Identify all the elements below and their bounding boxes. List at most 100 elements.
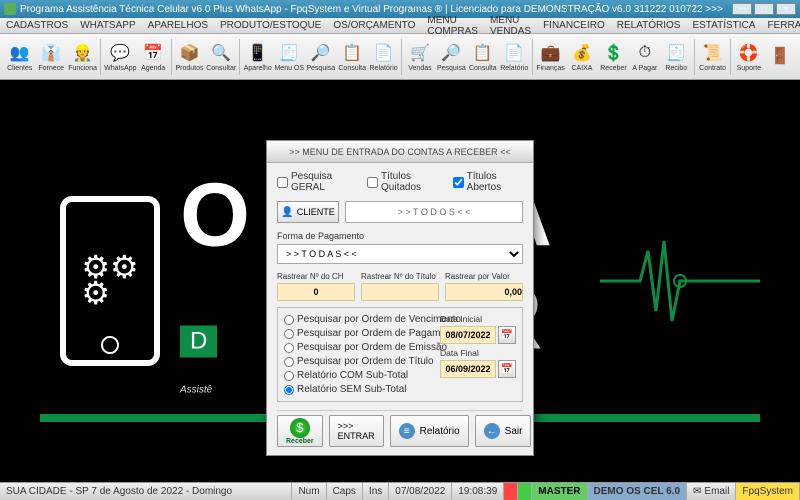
toolbar-separator <box>694 39 695 75</box>
toolbar-clientes[interactable]: 👥Clientes <box>4 36 35 78</box>
toolbar-menu os[interactable]: 🧾Menu OS <box>273 36 305 78</box>
consulta-icon: 📋 <box>472 42 494 64</box>
toolbar-exit[interactable]: 🚪 <box>765 36 796 78</box>
trace-titulo-input[interactable] <box>361 283 439 301</box>
exit-icon: 🚪 <box>769 45 791 67</box>
window-title: Programa Assistência Técnica Celular v6.… <box>20 4 723 15</box>
status-city: SUA CIDADE - SP 7 de Agosto de 2022 - Do… <box>0 483 292 500</box>
a pagar-icon: ⏱ <box>634 42 656 64</box>
status-bar: SUA CIDADE - SP 7 de Agosto de 2022 - Do… <box>0 482 800 500</box>
status-email[interactable]: ✉Email <box>687 483 736 500</box>
data-inicial-input[interactable] <box>440 326 496 344</box>
receber-icon: 💲 <box>602 42 624 64</box>
trace-titulo-label: Rastrear Nº do Título <box>361 272 439 281</box>
toolbar-label: Pesquisa <box>437 65 466 72</box>
chk-pesquisa-geral[interactable]: Pesquisa GERAL <box>277 171 357 193</box>
menu-vendas[interactable]: MENU VENDAS <box>490 15 531 37</box>
toolbar-label: Menu OS <box>274 65 304 72</box>
toolbar-funciona[interactable]: 👷Funciona <box>67 36 98 78</box>
menu-relatorios[interactable]: RELATÓRIOS <box>617 20 681 31</box>
toolbar-pesquisa[interactable]: 🔎Pesquisa <box>436 36 467 78</box>
menu-ferramentas[interactable]: FERRAMENTAS <box>767 20 800 31</box>
toolbar-receber[interactable]: 💲Receber <box>598 36 629 78</box>
toolbar-produtos[interactable]: 📦Produtos <box>174 36 205 78</box>
close-button[interactable]: × <box>776 3 796 15</box>
status-fpq[interactable]: FpqSystem <box>736 483 800 500</box>
menu-whatsapp[interactable]: WHATSAPP <box>80 20 135 31</box>
toolbar-separator <box>401 39 402 75</box>
pesquisa-icon: 🔎 <box>440 42 462 64</box>
toolbar-relatório[interactable]: 📄Relatório <box>499 36 530 78</box>
chk-titulos-abertos[interactable]: Títulos Abertos <box>453 171 523 193</box>
toolbar-label: Produtos <box>175 65 203 72</box>
maximize-button[interactable]: □ <box>754 3 774 15</box>
data-final-calendar-button[interactable]: 📅 <box>498 360 516 378</box>
entrar-button[interactable]: $ Receber <box>277 415 323 447</box>
trace-valor-input[interactable] <box>445 283 523 301</box>
app-icon <box>4 3 16 15</box>
data-final-input[interactable] <box>440 360 496 378</box>
sair-button[interactable]: ←Sair <box>475 415 532 447</box>
cliente-button[interactable]: CLIENTE <box>277 201 339 223</box>
toolbar-fornece[interactable]: 👔Fornece <box>35 36 66 78</box>
toolbar-consulta[interactable]: 📋Consulta <box>467 36 498 78</box>
toolbar-a pagar[interactable]: ⏱A Pagar <box>629 36 660 78</box>
status-num: Num <box>292 483 326 500</box>
toolbar-label: Clientes <box>7 65 32 72</box>
menu-produto[interactable]: PRODUTO/ESTOQUE <box>220 20 321 31</box>
logo-sub-1: Assistê <box>180 385 212 396</box>
toolbar-recibo[interactable]: 🧾Recibo <box>661 36 692 78</box>
toolbar-label: Pesquisa <box>306 65 335 72</box>
forma-pagamento-select[interactable]: > > T O D A S < < <box>277 244 523 264</box>
toolbar-label: Fornece <box>38 65 64 72</box>
chk-titulos-quitados[interactable]: Títulos Quitados <box>367 171 443 193</box>
radio-sem-subtotal[interactable]: Relatório SEM Sub-Total <box>284 384 516 395</box>
toolbar-separator <box>239 39 240 75</box>
relatório-icon: 📄 <box>373 42 395 64</box>
toolbar-label: A Pagar <box>632 65 657 72</box>
menu-financeiro[interactable]: FINANCEIRO <box>543 20 605 31</box>
toolbar-suporte[interactable]: 🛟Suporte <box>733 36 764 78</box>
toolbar-agenda[interactable]: 📅Agenda <box>137 36 168 78</box>
contrato-icon: 📜 <box>702 42 724 64</box>
funciona-icon: 👷 <box>72 42 94 64</box>
toolbar-contrato[interactable]: 📜Contrato <box>697 36 728 78</box>
trace-ch-input[interactable] <box>277 283 355 301</box>
logo-dc: D <box>180 326 217 358</box>
toolbar-label: Relatório <box>370 65 398 72</box>
menu-estatistica[interactable]: ESTATÍSTICA <box>692 20 755 31</box>
toolbar-vendas[interactable]: 🛒Vendas <box>404 36 435 78</box>
clientes-icon: 👥 <box>9 42 31 64</box>
toolbar-relatório[interactable]: 📄Relatório <box>368 36 399 78</box>
toolbar-consulta[interactable]: 📋Consulta <box>336 36 367 78</box>
toolbar-pesquisa[interactable]: 🔎Pesquisa <box>305 36 336 78</box>
toolbar-label: Relatório <box>500 65 528 72</box>
menu-os[interactable]: OS/ORÇAMENTO <box>333 20 415 31</box>
entrar-text-button[interactable]: >>> ENTRAR <box>329 415 384 447</box>
status-ins: Ins <box>363 483 389 500</box>
toolbar-label: Consulta <box>338 65 366 72</box>
toolbar-consultar[interactable]: 🔍Consultar <box>205 36 237 78</box>
toolbar-label: Suporte <box>737 65 762 72</box>
toolbar-separator <box>730 39 731 75</box>
menu-aparelhos[interactable]: APARELHOS <box>148 20 208 31</box>
toolbar-separator <box>532 39 533 75</box>
data-inicial-calendar-button[interactable]: 📅 <box>498 326 516 344</box>
toolbar-caixa[interactable]: 💰CAIXA <box>566 36 597 78</box>
minimize-button[interactable]: — <box>732 3 752 15</box>
suporte-icon: 🛟 <box>738 42 760 64</box>
trace-valor-label: Rastrear por Valor <box>445 272 523 281</box>
cliente-input[interactable] <box>345 201 523 223</box>
toolbar-label: Finanças <box>536 65 564 72</box>
consultar-icon: 🔍 <box>210 42 232 64</box>
relatorio-button[interactable]: ≡Relatório <box>390 415 469 447</box>
toolbar-whatsapp[interactable]: 💬WhatsApp <box>103 36 137 78</box>
relatório-icon: 📄 <box>503 42 525 64</box>
toolbar-label: Recibo <box>665 65 687 72</box>
caixa-icon: 💰 <box>571 42 593 64</box>
toolbar-label: Aparelho <box>244 65 272 72</box>
toolbar-finanças[interactable]: 💼Finanças <box>535 36 566 78</box>
menu-cadastros[interactable]: CADASTROS <box>6 20 68 31</box>
toolbar-aparelho[interactable]: 📱Aparelho <box>242 36 273 78</box>
menu-compras[interactable]: MENU COMPRAS <box>427 15 478 37</box>
